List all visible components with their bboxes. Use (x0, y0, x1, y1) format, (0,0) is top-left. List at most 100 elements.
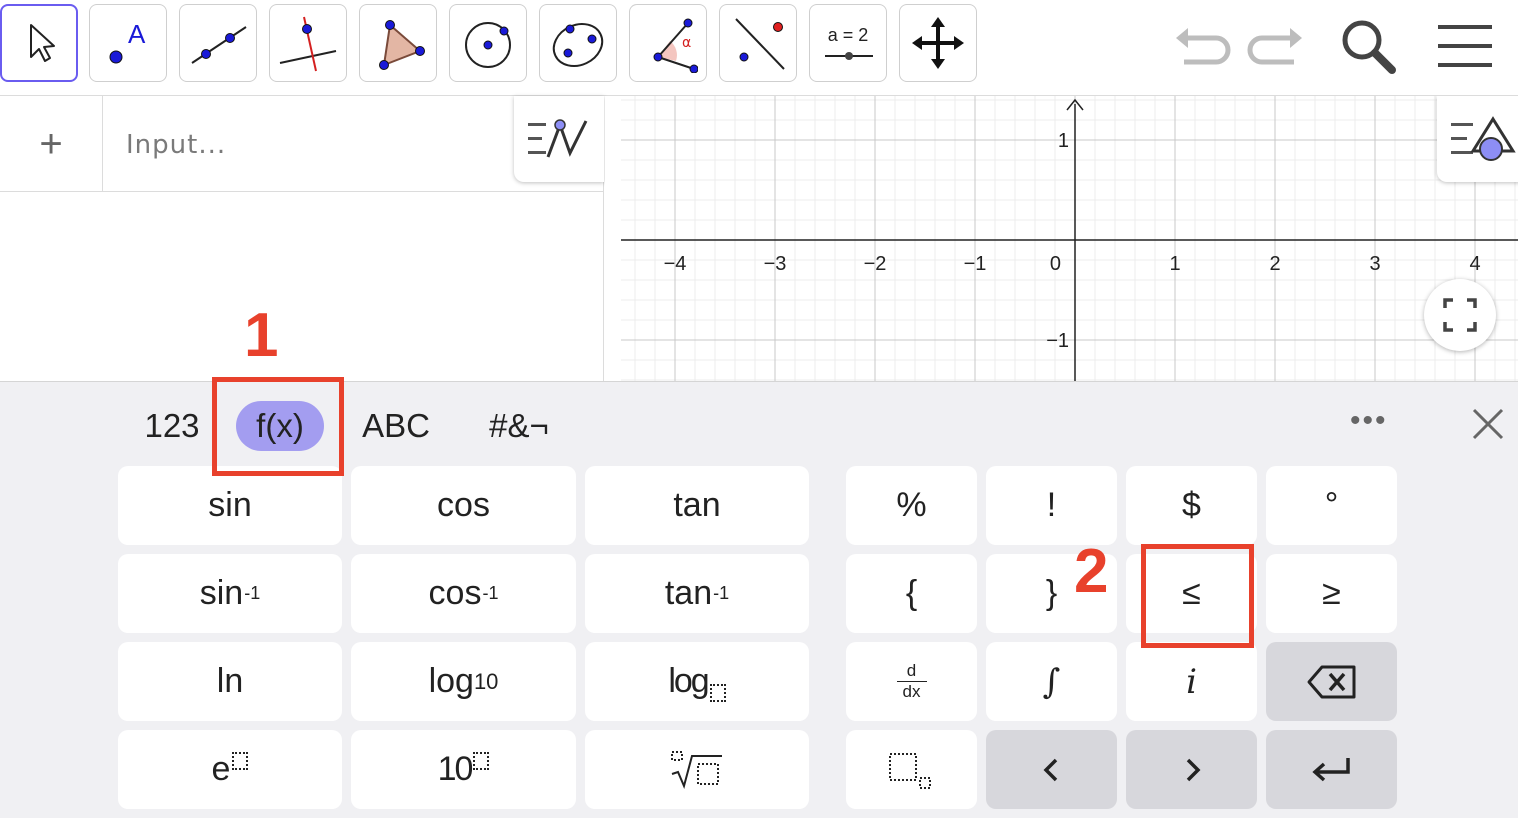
polygon-tool-button[interactable] (359, 4, 437, 82)
key-left-brace[interactable]: { (846, 554, 977, 633)
key-derivative[interactable]: d dx (846, 642, 977, 721)
perpendicular-line-tool-button[interactable] (269, 4, 347, 82)
search-icon (1342, 20, 1396, 74)
line-through-points-icon (191, 26, 247, 64)
chevron-left-icon (1043, 758, 1057, 781)
add-item-button[interactable]: + (0, 96, 103, 192)
reflect-line-icon (735, 18, 785, 70)
key-e-power[interactable]: e (118, 730, 342, 809)
x-tick-label: −3 (764, 253, 787, 275)
placeholder-box-icon (709, 683, 726, 702)
key-integral[interactable]: ∫ (986, 642, 1117, 721)
key-log-base[interactable]: log (585, 642, 809, 721)
key-cursor-left[interactable] (986, 730, 1117, 809)
y-tick-label: −1 (1046, 330, 1069, 352)
tab-abc[interactable]: ABC (350, 398, 442, 454)
enter-return-icon (1311, 757, 1350, 781)
hamburger-menu-icon (1438, 25, 1492, 67)
move-arrows-icon (912, 17, 964, 69)
key-arctan[interactable]: tan -1 (585, 554, 809, 633)
x-tick-label: 4 (1469, 253, 1480, 275)
circle-tool-button[interactable] (449, 4, 527, 82)
key-cos[interactable]: cos (351, 466, 576, 545)
undo-button[interactable] (1172, 16, 1232, 76)
key-log10[interactable]: log 10 (351, 642, 576, 721)
annotation-box-leq-key (1141, 544, 1254, 648)
key-arcsin[interactable]: sin -1 (118, 554, 342, 633)
annotation-box-fx-tab (212, 377, 344, 476)
key-factorial[interactable]: ! (986, 466, 1117, 545)
line-tool-button[interactable] (179, 4, 257, 82)
angle-tool-label: α (682, 35, 691, 51)
key-backspace[interactable] (1266, 642, 1397, 721)
perpendicular-line-icon (279, 16, 337, 72)
fullscreen-icon (1443, 298, 1477, 332)
key-ten-power[interactable]: 10 (351, 730, 576, 809)
triangle-polygon-icon (379, 20, 425, 70)
more-options-button[interactable]: ••• (1350, 404, 1388, 438)
subscript-placeholder-icon (888, 752, 931, 789)
move-graphics-tool-button[interactable] (899, 4, 977, 82)
backspace-icon (1307, 665, 1355, 698)
key-dollar[interactable]: $ (1126, 466, 1257, 545)
placeholder-box-icon (473, 751, 490, 770)
x-tick-label: 1 (1169, 253, 1180, 275)
toolbar: A α a = 2 (0, 0, 1518, 96)
key-enter[interactable] (1266, 730, 1397, 809)
close-keyboard-icon[interactable] (1466, 402, 1510, 446)
x-tick-label: 2 (1269, 253, 1280, 275)
algebra-view: + (0, 96, 604, 381)
fullscreen-button[interactable] (1424, 279, 1496, 351)
conic-tool-button[interactable] (539, 4, 617, 82)
plus-icon: + (39, 121, 63, 166)
redo-button[interactable] (1246, 16, 1306, 76)
x-tick-label: −4 (664, 253, 687, 275)
key-imaginary[interactable]: i (1126, 642, 1257, 721)
redo-icon (1247, 28, 1302, 65)
tab-special-chars[interactable]: #&¬ (478, 398, 560, 454)
move-tool-button[interactable] (0, 4, 78, 82)
slider-icon (825, 52, 873, 60)
y-tick-label: 1 (1058, 130, 1069, 152)
angle-alpha-icon: α (653, 18, 698, 73)
algebra-style-bar-button[interactable] (514, 96, 604, 182)
tab-123[interactable]: 123 (130, 398, 214, 454)
reflect-tool-button[interactable] (719, 4, 797, 82)
key-degree[interactable]: ° (1266, 466, 1397, 545)
nth-root-icon (671, 750, 722, 789)
graphics-style-bar-button[interactable] (1437, 96, 1518, 182)
arrow-cursor-icon (30, 24, 55, 62)
algebra-style-bar-icon (528, 119, 588, 158)
key-arccos[interactable]: cos -1 (351, 554, 576, 633)
point-tool-button[interactable]: A (89, 4, 167, 82)
key-cursor-right[interactable] (1126, 730, 1257, 809)
chevron-right-icon (1186, 758, 1200, 781)
x-tick-label: −2 (864, 253, 887, 275)
graphics-view[interactable]: −4 −3 −2 −1 0 1 2 3 4 1 −1 (605, 96, 1518, 381)
key-sin[interactable]: sin (118, 466, 342, 545)
key-nth-root[interactable] (585, 730, 809, 809)
slider-tool-button[interactable]: a = 2 (809, 4, 887, 82)
key-greater-equal[interactable]: ≥ (1266, 554, 1397, 633)
search-button[interactable] (1338, 16, 1398, 76)
coordinate-grid: −4 −3 −2 −1 0 1 2 3 4 1 −1 (621, 96, 1518, 381)
annotation-number-1: 1 (244, 301, 279, 370)
x-tick-label: −1 (964, 253, 987, 275)
point-tool-label: A (128, 19, 146, 49)
ellipse-points-icon (552, 23, 604, 67)
graphics-style-bar-icon (1451, 116, 1516, 161)
algebra-input-field[interactable] (124, 124, 508, 166)
undo-icon (1176, 28, 1231, 65)
key-tan[interactable]: tan (585, 466, 809, 545)
key-subscript[interactable] (846, 730, 977, 809)
annotation-number-2: 2 (1074, 537, 1109, 606)
main-menu-button[interactable] (1434, 16, 1494, 76)
key-percent[interactable]: % (846, 466, 977, 545)
angle-tool-button[interactable]: α (629, 4, 707, 82)
key-ln[interactable]: ln (118, 642, 342, 721)
x-tick-label: 3 (1369, 253, 1380, 275)
circle-center-point-icon (465, 22, 511, 68)
x-tick-label: 0 (1050, 253, 1061, 275)
placeholder-box-icon (232, 751, 249, 770)
point-label-icon: A (109, 19, 146, 64)
